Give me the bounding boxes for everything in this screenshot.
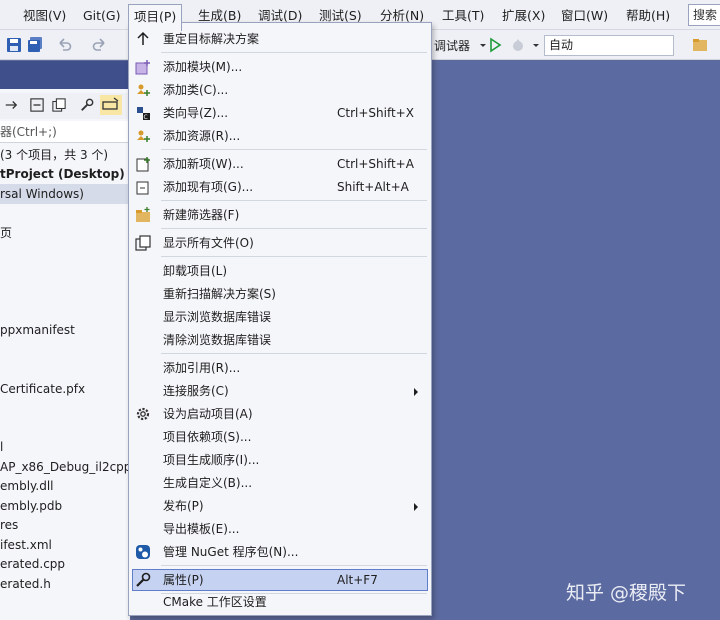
menu-separator (161, 353, 427, 354)
menu-item-build-customizations[interactable]: 生成自定义(B)... (132, 472, 428, 494)
solution-tree-row[interactable]: (3 个项目，共 3 个) (0, 145, 130, 165)
preview-selected-icon[interactable] (100, 95, 122, 115)
menu-item-add-class[interactable]: 添加类(C)... (132, 79, 428, 101)
add-module-icon (135, 60, 150, 75)
solution-tree-row[interactable]: 页 (0, 223, 130, 243)
menu-item-clear-browse-db-errors[interactable]: 清除浏览数据库错误 (132, 329, 428, 351)
hot-reload-icon[interactable] (510, 37, 526, 53)
menu-item-add-existing-item[interactable]: 添加现有项(G)... Shift+Alt+A (132, 176, 428, 198)
solution-tree-row[interactable]: tProject (Desktop) (0, 164, 130, 184)
svg-text:C: C (144, 114, 148, 121)
menu-extensions[interactable]: 扩展(X) (502, 5, 545, 26)
menu-item-show-all-files[interactable]: 显示所有文件(O) (132, 232, 428, 254)
add-resource-icon (137, 130, 150, 142)
solution-search-input[interactable]: 器(Ctrl+;) (0, 121, 130, 143)
menu-item-add-new-item[interactable]: 添加新项(W)... Ctrl+Shift+A (132, 153, 428, 175)
wrench-icon[interactable] (80, 98, 94, 112)
menu-project[interactable]: 项目(P) (128, 4, 183, 31)
solution-explorer-toolbar (0, 93, 130, 119)
menu-git[interactable]: Git(G) (83, 5, 121, 26)
menu-item-add-resource[interactable]: 添加资源(R)... (132, 125, 428, 147)
debugger-label[interactable]: 调试器 (434, 37, 470, 54)
save-icon[interactable] (6, 37, 22, 53)
solution-tree-row[interactable]: embly.pdb (0, 496, 130, 516)
menu-item-project-build-order[interactable]: 项目生成顺序(I)... (132, 449, 428, 471)
collapse-all-icon[interactable] (30, 98, 44, 112)
solution-tree-row[interactable]: l (0, 437, 130, 457)
menu-item-connected-services[interactable]: 连接服务(C) (132, 380, 428, 402)
menu-view[interactable]: 视图(V) (23, 5, 66, 26)
solution-tree-row[interactable]: rsal Windows) (0, 184, 130, 204)
wrench-icon (136, 572, 151, 587)
solution-explorer-header (0, 61, 130, 89)
menu-window[interactable]: 窗口(W) (561, 5, 608, 26)
menu-item-class-wizard[interactable]: C 类向导(Z)... Ctrl+Shift+X (132, 102, 428, 124)
configuration-combo[interactable]: 自动 (544, 35, 674, 56)
menu-item-publish[interactable]: 发布(P) (132, 495, 428, 517)
solution-explorer-icon[interactable] (692, 37, 708, 53)
menu-separator (161, 149, 427, 150)
menu-item-add-module[interactable]: 添加模块(M)... (132, 56, 428, 78)
add-class-icon (137, 84, 150, 96)
menu-separator (161, 52, 427, 53)
menu-item-new-filter[interactable]: 新建筛选器(F) (132, 204, 428, 226)
arrow-up-icon (137, 31, 149, 45)
menu-item-cmake-workspace-settings[interactable]: CMake 工作区设置 (132, 591, 428, 613)
menu-item-unload-project[interactable]: 卸载项目(L) (132, 260, 428, 282)
solution-tree-row[interactable]: erated.cpp (0, 554, 130, 574)
redo-icon[interactable] (92, 37, 108, 53)
menu-help[interactable]: 帮助(H) (626, 5, 670, 26)
undo-icon[interactable] (56, 37, 72, 53)
solution-tree-row[interactable]: AP_x86_Debug_il2cpp (0, 457, 130, 477)
submenu-arrow-icon (414, 503, 418, 511)
watermark-text: 知乎 @稷殿下 (566, 582, 687, 604)
class-wizard-icon: C (137, 107, 150, 121)
solution-tree-row[interactable]: embly.dll (0, 476, 130, 496)
solution-tree-row[interactable]: ppxmanifest (0, 320, 130, 340)
menu-item-export-template[interactable]: 导出模板(E)... (132, 518, 428, 540)
project-menu-dropdown: 重定目标解决方案 添加模块(M)... 添加类(C)... C 类向导(Z)..… (128, 22, 432, 616)
submenu-arrow-icon (414, 388, 418, 396)
solution-tree-row[interactable]: ifest.xml (0, 535, 130, 555)
menu-item-set-startup-project[interactable]: 设为启动项目(A) (132, 403, 428, 425)
solution-tree-row[interactable]: res (0, 515, 130, 535)
menu-separator (161, 228, 427, 229)
sync-icon[interactable] (4, 98, 18, 112)
menu-separator (161, 565, 427, 566)
solution-tree-row[interactable]: erated.h (0, 574, 130, 594)
menu-item-rescan-solution[interactable]: 重新扫描解决方案(S) (132, 283, 428, 305)
play-icon[interactable] (487, 37, 503, 53)
menu-item-show-browse-db-errors[interactable]: 显示浏览数据库错误 (132, 306, 428, 328)
menu-tools[interactable]: 工具(T) (442, 5, 484, 26)
editor-area (430, 61, 720, 620)
add-new-item-icon (136, 157, 150, 172)
chevron-down-icon[interactable] (528, 37, 544, 53)
show-all-files-icon[interactable] (52, 98, 66, 112)
menu-item-project-dependencies[interactable]: 项目依赖项(S)... (132, 426, 428, 448)
gear-icon (136, 407, 150, 421)
add-existing-item-icon (136, 181, 149, 195)
menu-item-add-reference[interactable]: 添加引用(R)... (132, 357, 428, 379)
nuget-icon (136, 545, 150, 559)
show-all-files-icon (135, 235, 151, 251)
menu-item-properties[interactable]: 属性(P) Alt+F7 (132, 569, 428, 591)
menu-separator (161, 200, 427, 201)
new-filter-folder-icon (136, 207, 150, 222)
save-all-icon[interactable] (27, 37, 43, 53)
solution-tree-row[interactable]: Certificate.pfx (0, 379, 130, 399)
menu-separator (161, 256, 427, 257)
menu-item-manage-nuget[interactable]: 管理 NuGet 程序包(N)... (132, 541, 428, 563)
menu-item-retarget-solution[interactable]: 重定目标解决方案 (132, 28, 428, 50)
search-input[interactable]: 搜索 (688, 4, 720, 26)
